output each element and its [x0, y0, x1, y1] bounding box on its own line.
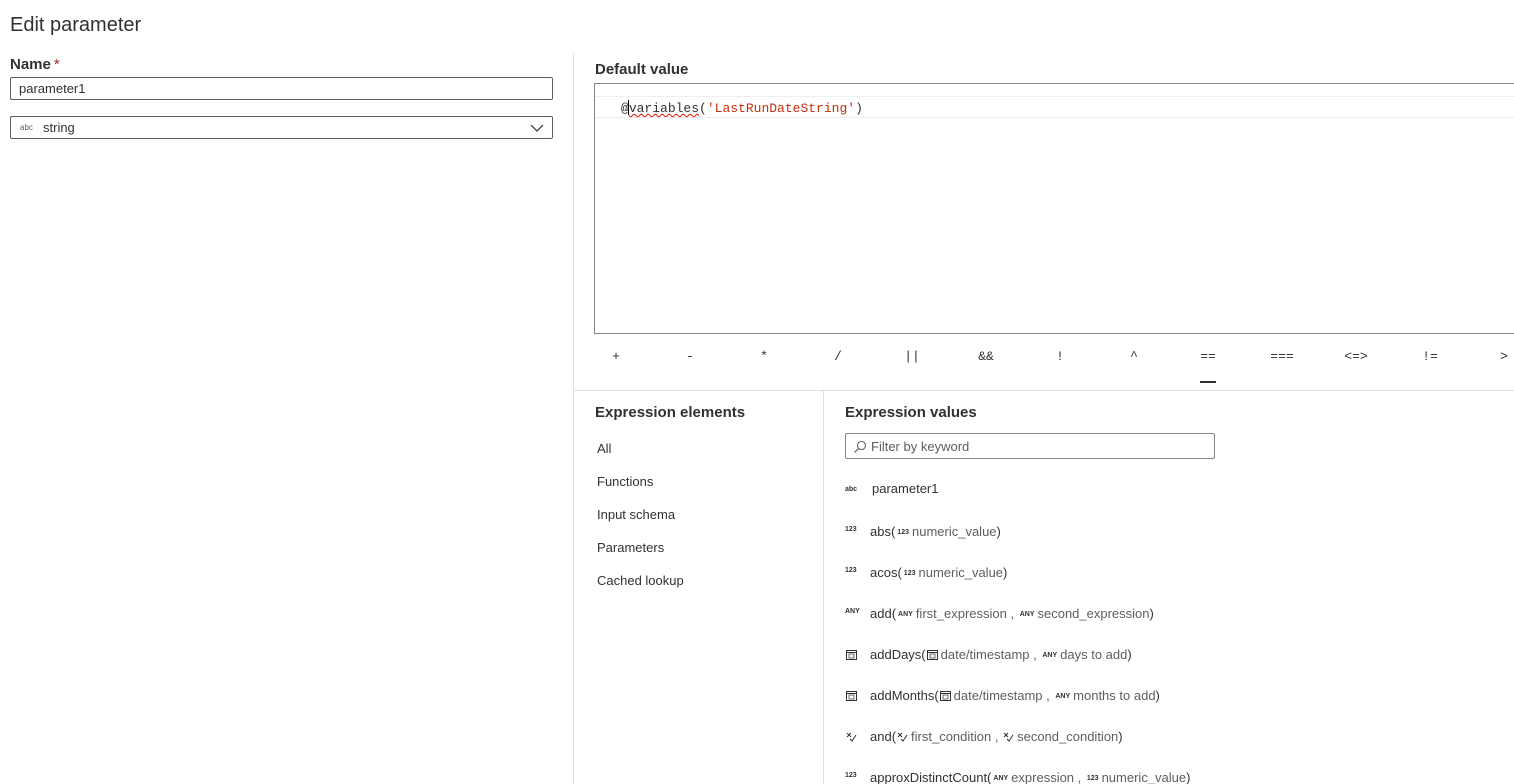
argument-label: first_condition: [911, 729, 992, 744]
argument-label: numeric_value: [911, 524, 997, 539]
ee-item-all[interactable]: All: [597, 441, 611, 456]
string-type-icon: abc: [20, 123, 33, 132]
type-icon: 123: [845, 526, 857, 533]
ee-item-input-schema[interactable]: Input schema: [597, 507, 675, 522]
ee-item-cached-lookup[interactable]: Cached lookup: [597, 573, 684, 588]
default-value-label: Default value: [595, 61, 689, 78]
argument-label: first_expression: [915, 606, 1007, 621]
type-icon: abc: [845, 486, 858, 493]
calendar-icon: [845, 690, 865, 702]
type-icon: 123: [903, 570, 916, 577]
type-icon: ANY: [1055, 693, 1071, 700]
function-close: ): [1003, 565, 1008, 580]
type-icon: ANY: [1042, 652, 1058, 659]
expression-editor[interactable]: @variables('LastRunDateString'): [594, 83, 1514, 334]
operator-button[interactable]: /: [808, 345, 868, 369]
type-icon: 123: [1086, 775, 1099, 782]
argument-label: numeric_value: [918, 565, 1004, 580]
function-close: ): [1118, 729, 1123, 744]
operator-button[interactable]: *: [734, 345, 794, 369]
argument-separator: ,: [1074, 770, 1085, 784]
function-name: approxDistinctCount(: [870, 770, 992, 784]
operator-bar: + - * / || &&! ^ == === <=> != >: [580, 345, 1514, 385]
calendar-icon: [846, 691, 857, 701]
type-icon: ANY: [1019, 611, 1035, 618]
argument-label: date/timestamp: [940, 647, 1030, 662]
function-name: addMonths(: [870, 688, 939, 703]
type-select[interactable]: abc string: [10, 116, 553, 139]
function-name: acos(: [870, 565, 902, 580]
argument-label: date/timestamp: [953, 688, 1043, 703]
calendar-icon: [939, 691, 951, 701]
boolean-icon: [846, 732, 857, 742]
required-mark: *: [53, 56, 60, 73]
calendar-icon: [845, 649, 865, 661]
argument-label: days to add: [1060, 647, 1128, 662]
calendar-icon: [846, 650, 857, 660]
function-close: ): [1127, 647, 1132, 662]
operator-button[interactable]: !=: [1400, 345, 1460, 369]
boolean-icon: [845, 731, 865, 743]
function-close: ): [1155, 688, 1160, 703]
type-icon: 123: [897, 529, 909, 536]
operator-button[interactable]: !: [1030, 345, 1090, 369]
column-divider: [823, 391, 824, 784]
chevron-down-icon: [530, 124, 544, 132]
operator-button[interactable]: <=>: [1326, 345, 1386, 369]
argument-separator: ,: [991, 729, 1003, 744]
function-name: and(: [870, 729, 897, 744]
argument-label: second_condition: [1017, 729, 1119, 744]
function-name: add(: [870, 606, 897, 621]
filter-input[interactable]: [871, 437, 1201, 455]
type-icon: ANY: [845, 608, 860, 615]
function-name: addDays(: [870, 647, 926, 662]
function-close: ): [996, 524, 1001, 539]
expression-elements-title: Expression elements: [595, 404, 746, 421]
operator-button[interactable]: +: [586, 345, 646, 369]
calendar-icon: [926, 650, 938, 660]
function-name: abs(: [870, 524, 896, 539]
operator-button[interactable]: ==: [1178, 345, 1238, 383]
argument-label: second_expression: [1037, 606, 1150, 621]
argument-separator: ,: [1006, 606, 1018, 621]
boolean-icon: [897, 732, 908, 742]
argument-separator: ,: [1029, 647, 1041, 662]
name-input[interactable]: [10, 77, 553, 100]
ee-item-parameters[interactable]: Parameters: [597, 540, 664, 555]
operator-button[interactable]: &&: [956, 345, 1016, 369]
filter-box[interactable]: [845, 433, 1215, 459]
type-icon: ANY: [898, 611, 913, 618]
function-close: ): [1186, 770, 1191, 784]
operator-button[interactable]: ===: [1252, 345, 1312, 369]
function-name: parameter1: [872, 481, 939, 496]
operator-button[interactable]: ||: [882, 345, 942, 369]
boolean-icon: [1003, 732, 1014, 742]
argument-label: numeric_value: [1101, 770, 1187, 784]
function-close: ): [1149, 606, 1154, 621]
search-icon: [854, 440, 867, 453]
panel-divider: [573, 54, 574, 784]
expression-code: @variables('LastRunDateString'): [621, 100, 863, 116]
type-select-value: string: [43, 120, 75, 135]
name-label: Name *: [10, 56, 60, 73]
section-divider: [574, 390, 1514, 391]
ee-item-functions[interactable]: Functions: [597, 474, 653, 489]
argument-label: expression: [1011, 770, 1075, 784]
type-icon: 123: [845, 567, 857, 574]
operator-button[interactable]: ^: [1104, 345, 1164, 369]
page-title: Edit parameter: [10, 14, 142, 36]
type-icon: ANY: [993, 775, 1009, 782]
expression-values-title: Expression values: [845, 404, 977, 421]
argument-label: months to add: [1073, 688, 1156, 703]
operator-button[interactable]: -: [660, 345, 720, 369]
type-icon: 123: [845, 772, 857, 779]
operator-button[interactable]: >: [1474, 345, 1514, 369]
argument-separator: ,: [1042, 688, 1054, 703]
